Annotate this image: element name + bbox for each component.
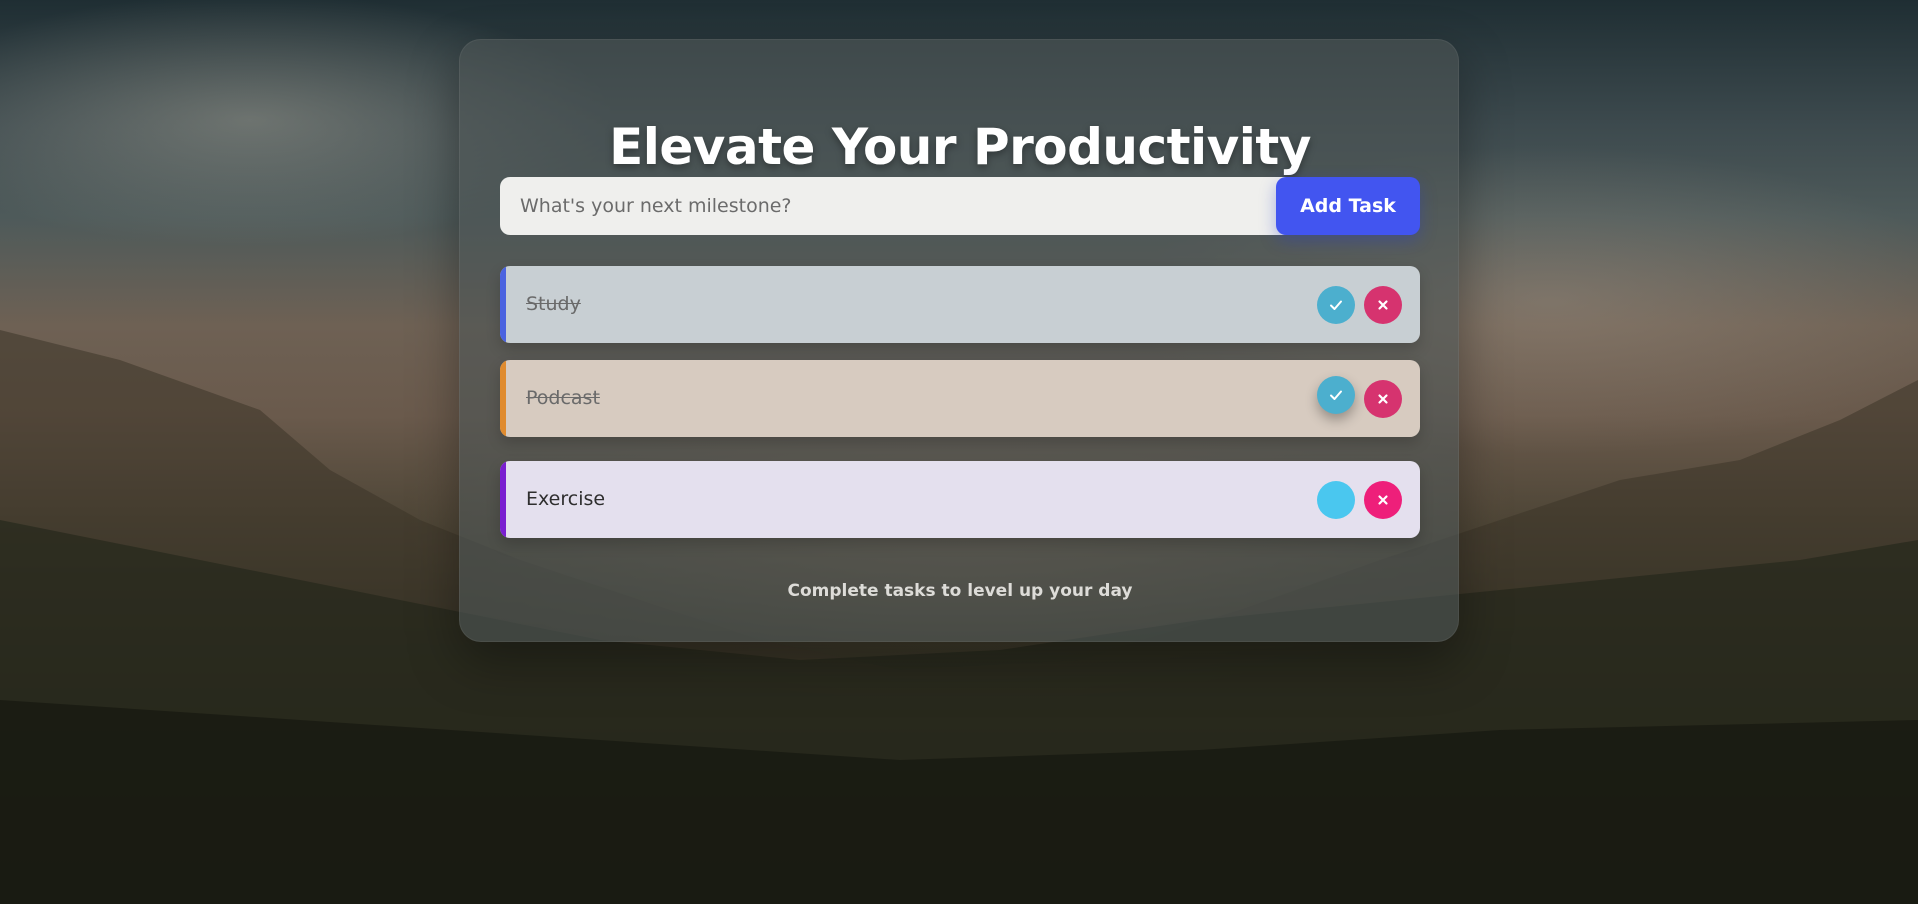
page-title: Elevate Your Productivity xyxy=(609,118,1311,176)
close-icon xyxy=(1378,300,1388,310)
check-icon xyxy=(1330,390,1342,400)
todo-card: Elevate Your Productivity Add Task Study… xyxy=(459,39,1459,642)
task-accent-bar xyxy=(500,266,506,343)
delete-task-button[interactable] xyxy=(1364,286,1402,324)
task-label: Podcast xyxy=(526,387,600,409)
task-item-exercise: Exercise xyxy=(500,461,1420,538)
task-item-podcast: Podcast xyxy=(500,360,1420,437)
close-icon xyxy=(1378,394,1388,404)
task-input[interactable] xyxy=(500,177,1305,235)
check-icon xyxy=(1330,300,1342,310)
close-icon xyxy=(1378,495,1388,505)
task-label: Study xyxy=(526,293,581,315)
complete-task-button[interactable] xyxy=(1317,286,1355,324)
add-task-button[interactable]: Add Task xyxy=(1276,177,1420,235)
delete-task-button[interactable] xyxy=(1364,380,1402,418)
complete-task-button[interactable] xyxy=(1317,376,1355,414)
footer-text: Complete tasks to level up your day xyxy=(787,581,1133,601)
delete-task-button[interactable] xyxy=(1364,481,1402,519)
task-label: Exercise xyxy=(526,488,606,510)
task-accent-bar xyxy=(500,461,506,538)
task-item-study: Study xyxy=(500,266,1420,343)
task-accent-bar xyxy=(500,360,506,437)
complete-task-button[interactable] xyxy=(1317,481,1355,519)
